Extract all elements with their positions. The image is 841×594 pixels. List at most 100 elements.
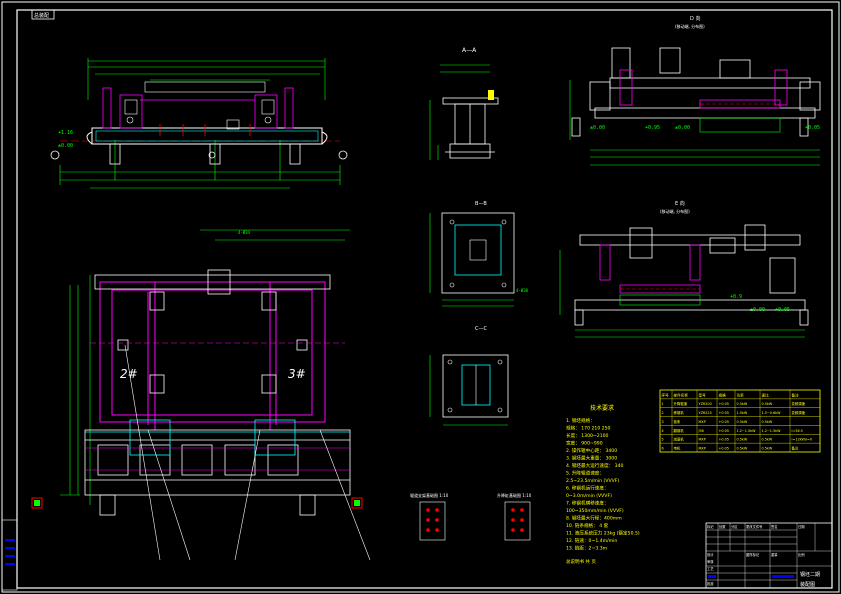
param-cell: 电机 xyxy=(674,446,681,451)
param-cell: 0.5kW xyxy=(737,420,748,424)
param-cell: 0.5kW xyxy=(762,447,773,451)
param-cell: 0.5kW xyxy=(737,438,748,442)
param-cell: 6 xyxy=(662,447,664,451)
param-cell: 4 xyxy=(662,429,664,433)
title-block: 钢坯二期 装配图 标记 处数 分区 更改文件号 签名 日期设计审核工艺批准 图样标记 重量 比例 xyxy=(705,522,833,589)
param-cell: 3 xyxy=(662,420,664,424)
view-e: E 向 (移动端, 分布图) +0.9 ±0.00 +0.05 xyxy=(559,200,809,338)
param-cell: +0.05 xyxy=(719,402,729,406)
level-label: ±0.00 xyxy=(590,125,605,131)
title-block-label: 重量 xyxy=(771,552,778,557)
section-c-title: C—C xyxy=(475,326,487,332)
title-block-label: 分区 xyxy=(731,524,738,529)
tech-req-line: 4. 钢坯最大运行速度： 340 xyxy=(566,462,623,469)
station-mark: 3# xyxy=(288,367,306,381)
param-cell: MXP xyxy=(699,420,706,424)
param-cell: 1.2~1.5kW xyxy=(737,429,757,433)
title-block-label: 审核 xyxy=(707,559,714,564)
param-cell: +0.05 xyxy=(719,411,729,415)
title-block-label: 图样标记 xyxy=(746,552,760,557)
param-cell: +0.05 xyxy=(719,429,729,433)
param-cell: 链条 xyxy=(674,419,681,424)
section-b-view: B—B 4-Ø30 xyxy=(429,201,529,307)
tech-req-line: 2.5~23.5m/min (VVVF) xyxy=(566,478,619,484)
param-cell: 0.5kW xyxy=(762,420,773,424)
drawing-number: 装配图 xyxy=(800,581,815,588)
section-a-title: A—A xyxy=(462,47,477,54)
station-mark: 2# xyxy=(120,367,138,381)
section-c-view: C—C xyxy=(429,326,509,426)
detail-right-label: 升降缸基础图 1:10 xyxy=(497,492,532,498)
param-cell: 变频调速 xyxy=(792,410,806,415)
tech-req-line: 长度： 1300~2100 xyxy=(566,432,609,439)
tech-req-line: 100~350mm/min (VVVF) xyxy=(566,508,624,514)
param-cell: 1.2~1.5kW xyxy=(762,429,782,433)
tech-req-line: 宽度： 900~990 xyxy=(566,440,603,447)
tech-req-title: 技术要求 xyxy=(590,404,614,412)
bolt-label: 4-Ø34 xyxy=(238,230,251,235)
title-block-label: 签名 xyxy=(771,524,778,529)
plan-view: 2# 3# 4-Ø34 xyxy=(31,229,371,561)
param-cell: 变频调速 xyxy=(792,401,806,406)
drawing-title: 钢坯二期 xyxy=(800,571,820,578)
bolt-label: 4-Ø30 xyxy=(516,288,529,293)
param-cell: YZR200 xyxy=(699,402,712,406)
param-cell: 0.5kW xyxy=(737,402,748,406)
param-cell: 1.5kW xyxy=(737,411,748,415)
title-block-label: 处数 xyxy=(719,524,726,529)
param-cell: 0.5kW xyxy=(762,402,773,406)
tech-req-line: 7. 移钢机横移速度： xyxy=(566,500,609,507)
param-cell: 升降辊道 xyxy=(674,401,688,406)
tech-req-line: 3. 钢坯最大重量： 3000 xyxy=(566,455,617,462)
view-e-title: E 向 xyxy=(675,200,685,207)
outer-frame xyxy=(1,1,840,593)
param-header: 备注 xyxy=(792,392,800,397)
param-cell: 备注 xyxy=(792,446,799,451)
param-header: 型号 xyxy=(699,392,707,397)
param-header: 序号 xyxy=(662,392,670,397)
tech-req-line: 10. 链条规格： 4 套 xyxy=(566,522,609,529)
view-d-title: D 向 xyxy=(690,15,700,22)
tech-req-line: 规格： 170 210 250 xyxy=(566,425,611,432)
param-cell: 1 xyxy=(662,402,664,406)
detail-right: 升降缸基础图 1:10 xyxy=(497,492,532,541)
param-cell: YZR225 xyxy=(699,411,712,415)
section-a-view: A—A xyxy=(429,47,499,160)
tech-req-footer: 总说明书 共 页 xyxy=(566,558,596,565)
param-cell: J56 xyxy=(698,429,704,433)
corner-tag: 总装配 xyxy=(34,12,49,19)
cad-drawing-sheet: 总装配 +1.16 ±0.00 2# 3# 4-Ø34 A—A B—B 4-Ø3… xyxy=(1,1,840,593)
tech-req-line: 11. 液压系统压力 23kg (额定50.5) xyxy=(566,530,640,537)
tech-req-line: 0~3.0m/min (VVVF) xyxy=(566,493,612,499)
level-label: ±0.00 xyxy=(675,125,690,131)
title-block-label: 工艺 xyxy=(707,566,714,571)
param-cell: 0.5kW xyxy=(737,447,748,451)
param-cell: i=36.5 xyxy=(792,429,803,433)
param-cell: MXP xyxy=(699,438,706,442)
title-block-label: 标记 xyxy=(707,524,714,529)
level-label: ±0.00 xyxy=(750,307,765,313)
inner-frame xyxy=(16,9,833,589)
param-cell: 0.5kW xyxy=(762,438,773,442)
title-block-label: 比例 xyxy=(798,552,805,557)
title-block-label: 日期 xyxy=(798,524,805,529)
level-label: +0.9 xyxy=(730,294,742,300)
view-d: D 向 (移动端, 分布图) ±0.00 +0.95 ±0.00 +0.05 xyxy=(569,15,821,166)
level-label: +0.95 xyxy=(645,125,660,131)
tech-req-line: 1. 钢坯规格： xyxy=(566,417,595,424)
param-cell: i=12kW/i=0 xyxy=(792,438,813,442)
param-cell: +0.05 xyxy=(719,420,729,424)
param-cell: MXP xyxy=(699,447,706,451)
param-table: 序号 部件名称 型号 规格 功率 速比 备注1 升降辊道 YZR200 +0.05 0.5kW 0.5… xyxy=(659,389,821,453)
tech-req-line: 6. 移钢机运行速度： xyxy=(566,485,609,492)
level-label: +0.05 xyxy=(805,125,820,131)
view-e-subtitle: (移动端, 分布图) xyxy=(660,208,690,214)
param-cell: 2 xyxy=(662,411,664,415)
param-cell: 减速机 xyxy=(674,437,685,442)
title-block-label: 批准 xyxy=(707,581,714,586)
title-block-label: 更改文件号 xyxy=(746,524,763,529)
param-header: 速比 xyxy=(762,392,770,397)
param-cell: 1.5~0.6kW xyxy=(762,411,782,415)
param-cell: +0.05 xyxy=(719,447,729,451)
title-block-label: 设计 xyxy=(707,552,714,557)
